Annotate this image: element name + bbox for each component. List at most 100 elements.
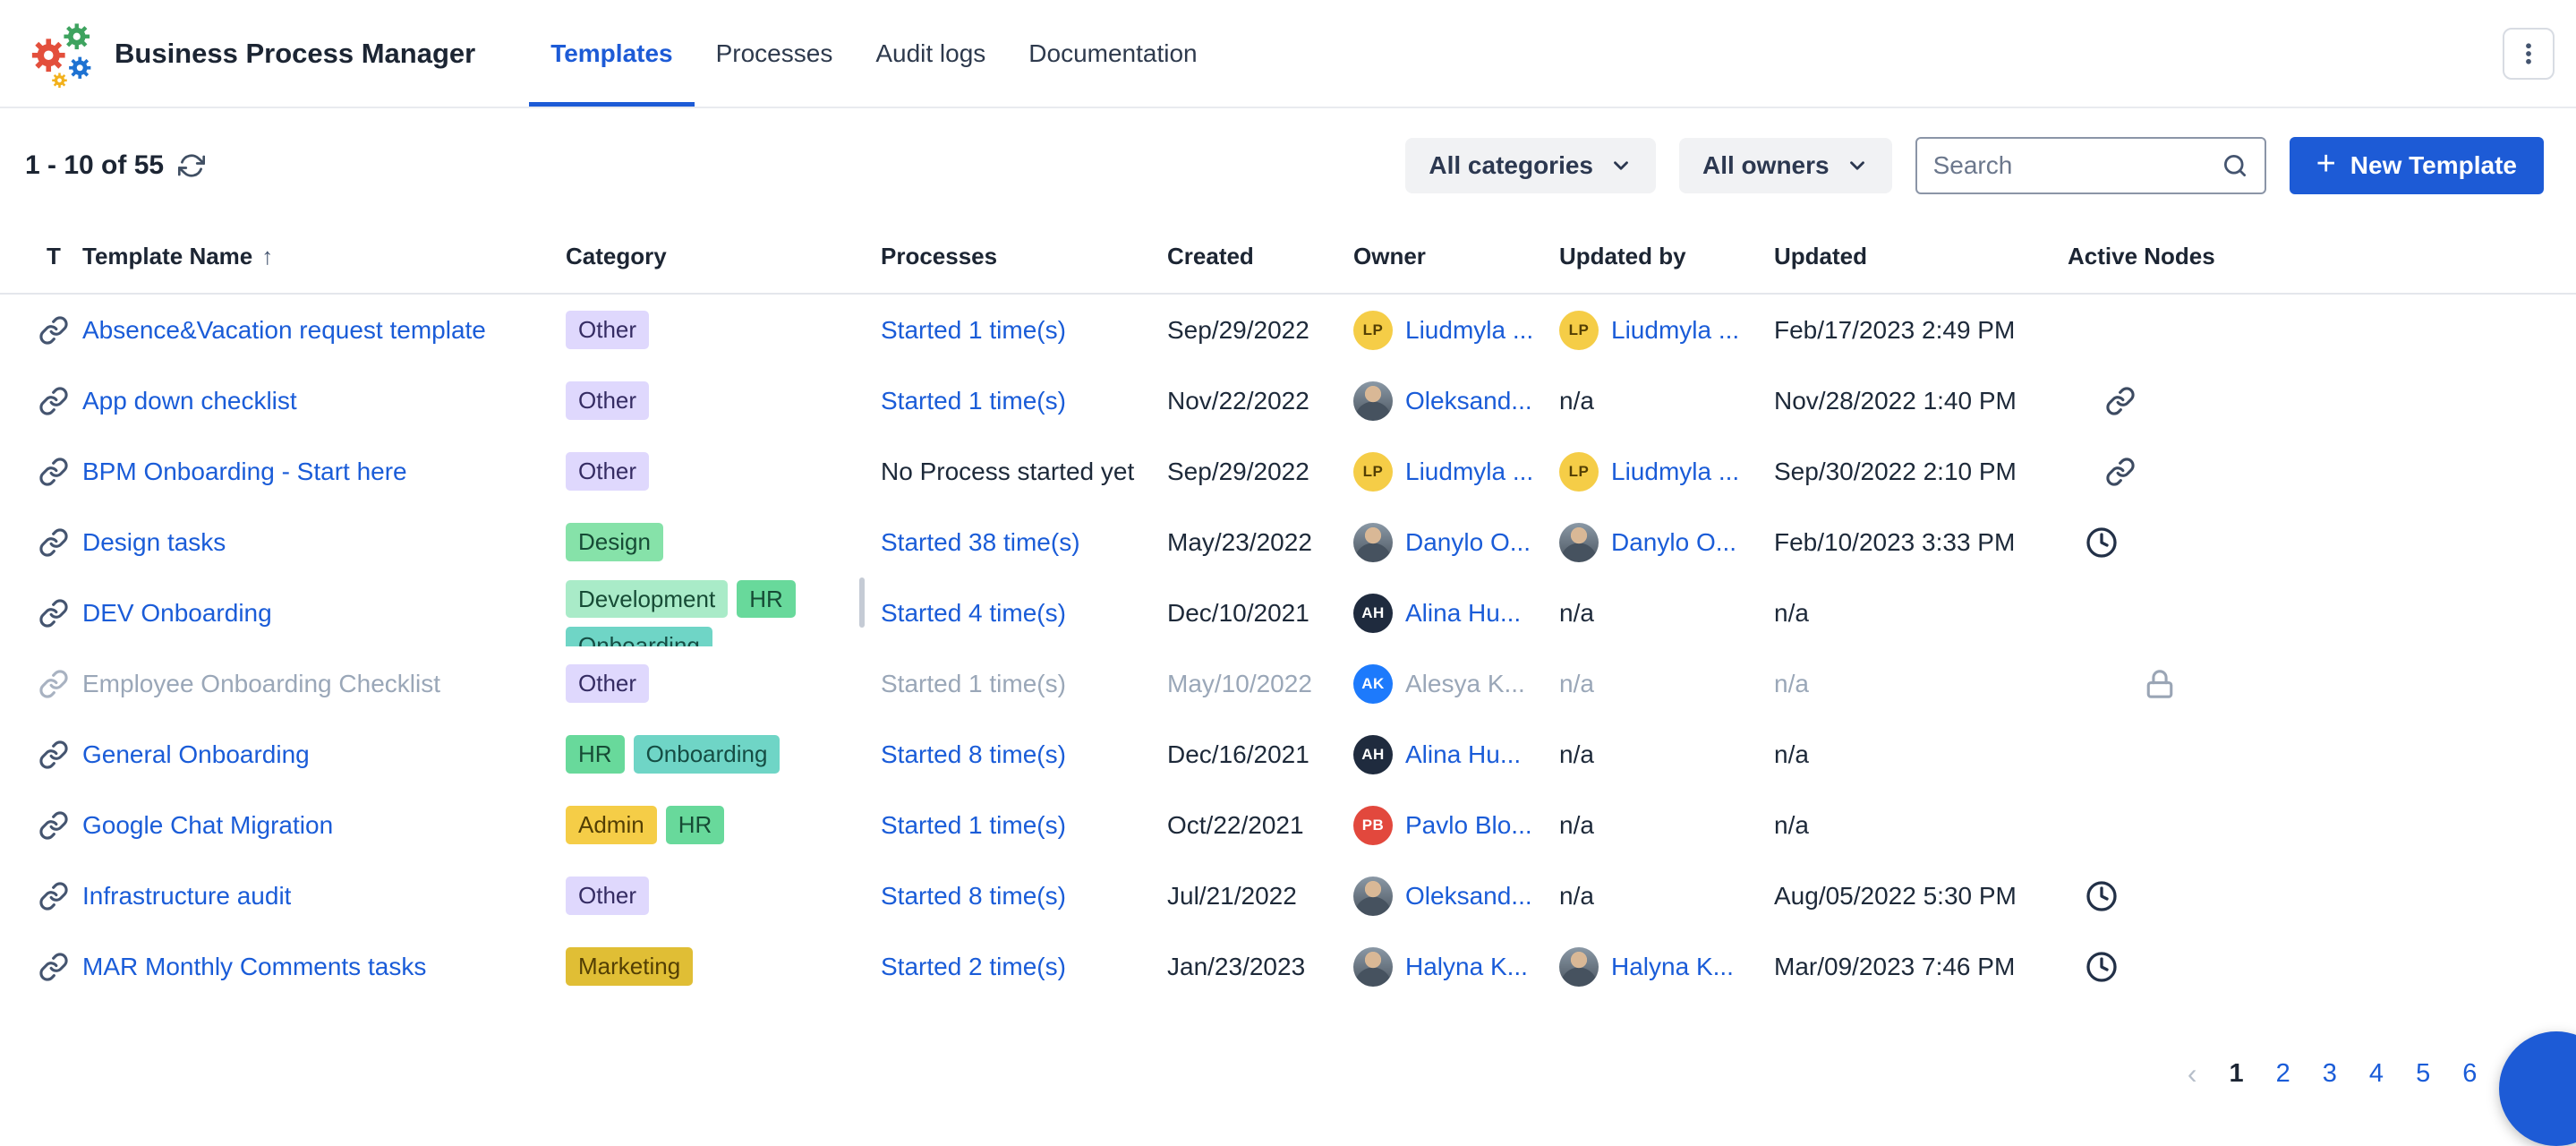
page-4[interactable]: 4: [2369, 1059, 2384, 1089]
updated-by-cell: n/a: [1559, 811, 1774, 840]
owners-filter-dropdown[interactable]: All owners: [1679, 138, 1892, 193]
user-link[interactable]: Liudmyla ...: [1611, 458, 1739, 486]
processes-text[interactable]: Started 2 time(s): [881, 953, 1066, 981]
processes-text[interactable]: Started 1 time(s): [881, 811, 1066, 840]
table-row: Absence&Vacation request template Other St…: [0, 295, 2576, 365]
chevron-down-icon: [1846, 154, 1869, 177]
tab-audit-logs[interactable]: Audit logs: [854, 0, 1007, 107]
template-name-cell: Design tasks: [82, 528, 566, 557]
search-input[interactable]: [1933, 151, 2211, 180]
processes-text[interactable]: Started 1 time(s): [881, 387, 1066, 415]
column-header-created[interactable]: Created: [1167, 243, 1353, 270]
user-link[interactable]: Oleksand...: [1405, 387, 1532, 415]
template-name-link[interactable]: BPM Onboarding - Start here: [82, 458, 407, 486]
user-link[interactable]: Halyna K...: [1405, 953, 1528, 981]
category-badges: DevelopmentHROnboarding: [566, 580, 865, 646]
user-link[interactable]: Liudmyla ...: [1405, 458, 1533, 486]
processes-text[interactable]: Started 1 time(s): [881, 670, 1066, 698]
template-name-link[interactable]: Infrastructure audit: [82, 882, 291, 911]
processes-text: No Process started yet: [881, 458, 1134, 486]
processes-text[interactable]: Started 1 time(s): [881, 316, 1066, 345]
column-header-updated[interactable]: Updated: [1774, 243, 2068, 270]
template-name-cell: App down checklist: [82, 387, 566, 415]
page-1[interactable]: 1: [2230, 1059, 2244, 1089]
column-header-template-name[interactable]: Template Name ↑: [82, 243, 566, 270]
template-link-icon: [38, 669, 69, 699]
page-2[interactable]: 2: [2276, 1059, 2290, 1089]
user-link[interactable]: Oleksand...: [1405, 882, 1532, 911]
template-name-link[interactable]: Absence&Vacation request template: [82, 316, 486, 345]
avatar: LP: [1559, 452, 1599, 492]
processes-cell: Started 38 time(s): [881, 528, 1167, 557]
template-name-link[interactable]: General Onboarding: [82, 740, 310, 769]
tab-documentation[interactable]: Documentation: [1007, 0, 1218, 107]
template-link-icon: [38, 527, 69, 558]
user-link[interactable]: Alina Hu...: [1405, 599, 1521, 628]
new-template-button[interactable]: + New Template: [2290, 137, 2544, 194]
prev-page-button[interactable]: ‹: [2188, 1057, 2197, 1090]
template-name-link[interactable]: Design tasks: [82, 528, 226, 557]
owner-cell: PBPavlo Blo...: [1353, 806, 1559, 845]
created-cell: Jan/23/2023: [1167, 953, 1353, 981]
user-link[interactable]: Alina Hu...: [1405, 740, 1521, 769]
table-header: T Template Name ↑ Category Processes Cre…: [0, 219, 2576, 295]
avatar: AK: [1353, 664, 1393, 704]
column-header-category[interactable]: Category: [566, 243, 881, 270]
user-link[interactable]: Liudmyla ...: [1611, 316, 1739, 345]
template-name-link[interactable]: MAR Monthly Comments tasks: [82, 953, 426, 981]
processes-text[interactable]: Started 8 time(s): [881, 882, 1066, 911]
overflow-menu-button[interactable]: [2503, 28, 2555, 80]
template-name-link[interactable]: Employee Onboarding Checklist: [82, 670, 440, 698]
template-name-cell: MAR Monthly Comments tasks: [82, 953, 566, 981]
column-header-processes[interactable]: Processes: [881, 243, 1167, 270]
table-row: Google Chat MigrationAdminHRStarted 1 ti…: [0, 790, 2576, 860]
not-available-text: n/a: [1559, 811, 1594, 840]
processes-text[interactable]: Started 8 time(s): [881, 740, 1066, 769]
column-label: Category: [566, 243, 667, 270]
category-badge: Other: [566, 452, 649, 491]
avatar: AH: [1353, 594, 1393, 633]
category-badges: Marketing: [566, 947, 693, 986]
active-nodes-cell: [2068, 880, 2291, 912]
user-link[interactable]: Pavlo Blo...: [1405, 811, 1532, 840]
user-link[interactable]: Danylo O...: [1405, 528, 1531, 557]
category-badge: Design: [566, 523, 663, 561]
category-badge: Onboarding: [634, 735, 780, 774]
search-box[interactable]: [1915, 137, 2266, 194]
template-name-link[interactable]: Google Chat Migration: [82, 811, 333, 840]
processes-cell: Started 4 time(s): [881, 599, 1167, 628]
template-name-cell: Google Chat Migration: [82, 811, 566, 840]
template-name-link[interactable]: App down checklist: [82, 387, 297, 415]
processes-text[interactable]: Started 38 time(s): [881, 528, 1080, 557]
processes-cell: Started 1 time(s): [881, 316, 1167, 345]
toolbar: 1 - 10 of 55 All categories All owners: [0, 108, 2576, 219]
owner-cell: AHAlina Hu...: [1353, 735, 1559, 774]
column-header-owner[interactable]: Owner: [1353, 243, 1559, 270]
categories-filter-dropdown[interactable]: All categories: [1405, 138, 1656, 193]
column-header-updated-by[interactable]: Updated by: [1559, 243, 1774, 270]
user-link[interactable]: Danylo O...: [1611, 528, 1736, 557]
user-link[interactable]: Liudmyla ...: [1405, 316, 1533, 345]
template-link-icon: [38, 386, 69, 416]
page-5[interactable]: 5: [2416, 1059, 2430, 1089]
user-link[interactable]: Alesya K...: [1405, 670, 1525, 698]
page-3[interactable]: 3: [2323, 1059, 2337, 1089]
tab-templates[interactable]: Templates: [529, 0, 694, 107]
category-cell: Other: [566, 664, 881, 703]
column-resize-handle[interactable]: [859, 577, 865, 628]
created-cell: May/23/2022: [1167, 528, 1353, 557]
floating-action-button[interactable]: [2499, 1031, 2576, 1146]
user-link[interactable]: Halyna K...: [1611, 953, 1734, 981]
main-nav: TemplatesProcessesAudit logsDocumentatio…: [529, 0, 1218, 107]
avatar: [1353, 877, 1393, 916]
table-row: Employee Onboarding Checklist OtherStarte…: [0, 648, 2576, 719]
processes-cell: Started 1 time(s): [881, 387, 1167, 415]
category-badges: Other: [566, 311, 649, 349]
clock-icon: [2086, 526, 2118, 559]
page-6[interactable]: 6: [2462, 1059, 2477, 1089]
tab-processes[interactable]: Processes: [695, 0, 855, 107]
refresh-icon[interactable]: [178, 152, 205, 179]
processes-text[interactable]: Started 4 time(s): [881, 599, 1066, 628]
updated-cell: Feb/17/2023 2:49 PM: [1774, 316, 2068, 345]
template-name-link[interactable]: DEV Onboarding: [82, 599, 272, 628]
